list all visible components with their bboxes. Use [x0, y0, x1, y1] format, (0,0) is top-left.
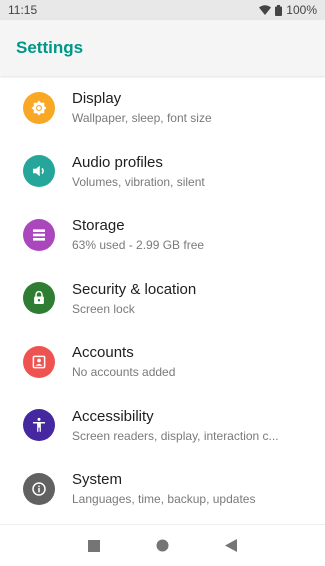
- settings-item-audio-profiles[interactable]: Audio profiles Volumes, vibration, silen…: [0, 140, 325, 204]
- battery-icon: [275, 4, 283, 16]
- home-icon: [156, 539, 169, 552]
- settings-item-title: Accounts: [72, 344, 134, 362]
- accessibility-icon: [23, 409, 55, 442]
- back-button[interactable]: [221, 536, 241, 556]
- settings-item-subtitle: Screen readers, display, interaction c..…: [72, 428, 279, 443]
- status-bar: 11:15 100%: [0, 0, 325, 20]
- navigation-bar: [0, 524, 325, 566]
- settings-item-storage[interactable]: Storage 63% used - 2.99 GB free: [0, 203, 325, 267]
- status-time: 11:15: [8, 3, 38, 17]
- settings-item-title: System: [72, 471, 123, 489]
- settings-item-title: Storage: [72, 217, 125, 235]
- speaker-icon: [23, 155, 55, 188]
- account-box-icon: [23, 345, 55, 378]
- settings-item-title: Security & location: [72, 280, 197, 298]
- settings-item-subtitle: No accounts added: [72, 365, 176, 380]
- settings-item-title: Audio profiles: [72, 153, 163, 171]
- home-button[interactable]: [152, 536, 172, 556]
- settings-item-security-location[interactable]: Security & location Screen lock: [0, 267, 325, 331]
- back-icon: [224, 539, 237, 552]
- settings-item-subtitle: Volumes, vibration, silent: [72, 174, 205, 189]
- settings-item-title: Display: [72, 90, 122, 108]
- settings-item-subtitle: Wallpaper, sleep, font size: [72, 111, 212, 126]
- app-bar: Settings: [0, 20, 325, 76]
- settings-item-accessibility[interactable]: Accessibility Screen readers, display, i…: [0, 394, 325, 458]
- lock-icon: [23, 282, 55, 315]
- info-icon: [23, 472, 55, 505]
- settings-item-system[interactable]: System Languages, time, backup, updates: [0, 457, 325, 521]
- settings-item-accounts[interactable]: Accounts No accounts added: [0, 330, 325, 394]
- page-title: Settings: [16, 38, 84, 57]
- settings-item-title: Accessibility: [72, 407, 154, 425]
- recents-button[interactable]: [84, 536, 104, 556]
- status-icons: 100%: [259, 3, 317, 17]
- brightness-icon: [23, 91, 55, 124]
- settings-item-subtitle: Languages, time, backup, updates: [72, 492, 256, 507]
- settings-item-subtitle: 63% used - 2.99 GB free: [72, 238, 205, 253]
- battery-percent: 100%: [286, 3, 317, 17]
- settings-item-subtitle: Screen lock: [72, 301, 135, 316]
- settings-item-display[interactable]: Display Wallpaper, sleep, font size: [0, 76, 325, 140]
- settings-list: Display Wallpaper, sleep, font size Audi…: [0, 76, 325, 521]
- storage-icon: [23, 218, 55, 251]
- recents-icon: [88, 539, 101, 552]
- wifi-icon: [259, 5, 272, 15]
